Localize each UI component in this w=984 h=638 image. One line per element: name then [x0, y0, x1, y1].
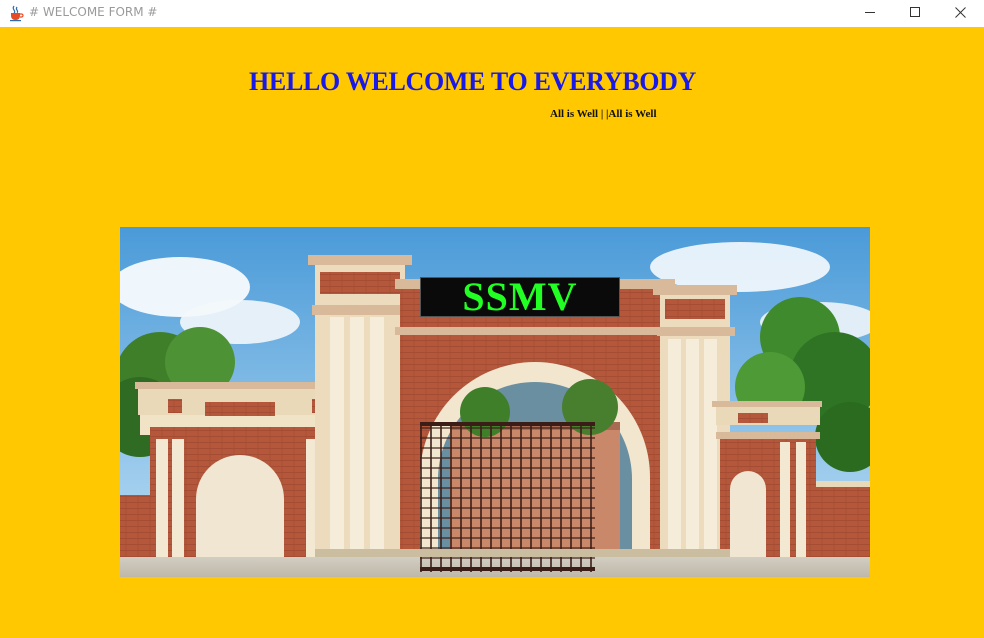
title-bar: # WELCOME FORM # — [0, 0, 984, 27]
college-gate-photo: SSMV — [120, 227, 870, 577]
ssmv-sign: SSMV — [420, 277, 620, 317]
close-button[interactable] — [938, 0, 984, 27]
motto-text: All is Well | |All is Well — [550, 108, 657, 120]
window-title: # WELCOME FORM # — [29, 5, 158, 19]
minimize-icon — [865, 12, 875, 13]
minimize-button[interactable] — [847, 0, 893, 27]
maximize-button[interactable] — [892, 0, 938, 27]
welcome-heading: HELLO WELCOME TO EVERYBODY — [249, 67, 697, 96]
maximize-icon — [910, 7, 920, 17]
form-content: HELLO WELCOME TO EVERYBODY All is Well |… — [0, 27, 984, 638]
close-icon — [955, 7, 966, 18]
java-coffee-cup-icon[interactable] — [7, 4, 25, 22]
